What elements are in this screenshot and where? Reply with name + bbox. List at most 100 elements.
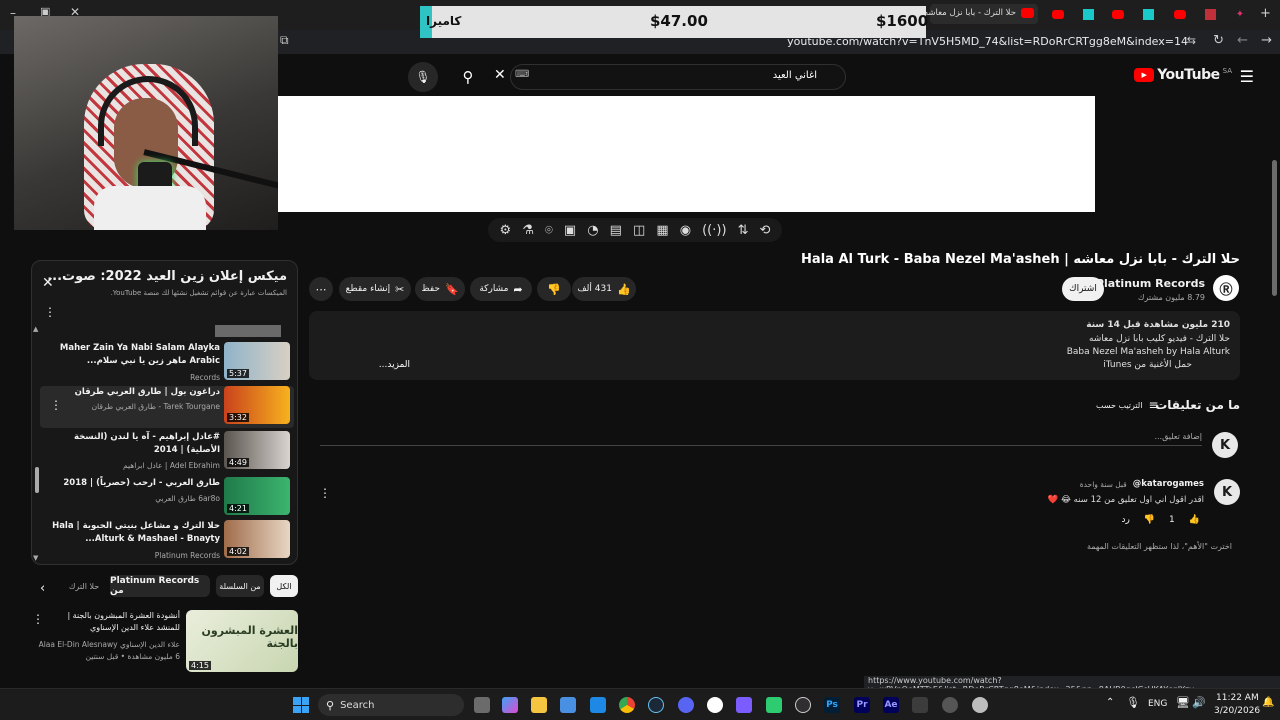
scroll-up-icon[interactable]: ▲ (33, 325, 38, 333)
language-indicator[interactable]: ENG (1148, 699, 1167, 709)
dislike-button[interactable]: 👎 (537, 277, 571, 301)
chat-app-icon[interactable] (766, 697, 782, 713)
comment-menu-icon[interactable]: ⋮ (319, 486, 331, 500)
taskbar-search[interactable]: ⚲ Search (318, 694, 464, 716)
k-logo-icon: K (1219, 437, 1231, 453)
playlist-scrollbar[interactable] (35, 467, 39, 493)
search-input[interactable]: اغاني العيد ⌨ (510, 64, 846, 90)
active-tab[interactable]: حلا الترك - بابا نزل معاشه | (918, 4, 1038, 24)
tab-webtoon-2[interactable] (1138, 5, 1158, 23)
photoshop-icon[interactable]: Ps (824, 697, 840, 713)
chip-all[interactable]: الكل (270, 575, 298, 597)
speed-icon[interactable]: ◔ (587, 223, 598, 238)
windows-start-icon[interactable] (293, 697, 309, 713)
github-icon[interactable] (707, 697, 723, 713)
chip-hala[interactable]: حلا الترك (64, 575, 104, 597)
steam-icon[interactable] (648, 697, 664, 713)
playlist-item-hovered[interactable]: 3:32 دراغون بول | طارق العربي طرقان Tare… (40, 386, 294, 428)
subscribe-button[interactable]: اشتراك (1062, 277, 1104, 301)
notification-bell-icon[interactable]: 🔔 (1262, 697, 1274, 708)
new-tab-icon[interactable]: + (1260, 6, 1271, 21)
search-button[interactable]: ⚲ (453, 62, 483, 92)
sort-icon[interactable]: ⇅ (738, 223, 749, 238)
scroll-down-icon[interactable]: ▼ (33, 554, 38, 562)
playlist-item[interactable]: 4:21 طارق العربي - ارحب (حصرياً) | 2018 … (40, 477, 294, 521)
playlist-menu-icon[interactable]: ⋮ (44, 305, 56, 319)
chip-series[interactable]: من السلسلة (216, 575, 264, 597)
file-explorer-icon[interactable] (531, 697, 547, 713)
recommended-menu-icon[interactable]: ⋮ (32, 612, 44, 626)
network-icon[interactable]: 🖥 (1176, 696, 1190, 709)
mail-icon[interactable] (590, 697, 606, 713)
pip-icon[interactable]: ▣ (564, 223, 576, 238)
comment-like-icon[interactable]: 👍 (1189, 515, 1200, 525)
comment-dislike-icon[interactable]: 👎 (1144, 515, 1155, 525)
mic-tray-icon[interactable]: 🎙 (1126, 696, 1140, 709)
forward-icon[interactable]: ← (1237, 33, 1248, 48)
obs-icon[interactable] (795, 697, 811, 713)
playlist-item[interactable]: 5:37 Maher Zain Ya Nabi Salam Alayka Ara… (40, 342, 294, 386)
clip-button[interactable]: إنشاء مقطع ✂ (339, 277, 411, 301)
video-description[interactable]: 210 مليون مشاهدة قبل 14 سنة حلا الترك - … (309, 311, 1240, 380)
reload-icon[interactable]: ↻ (1213, 33, 1224, 48)
desc-line-3: Baba Nezel Ma'asheh by Hala Alturk (1066, 347, 1230, 357)
like-button[interactable]: 431 ألف 👍 (572, 277, 636, 301)
voice-search-button[interactable]: 🎙 (408, 62, 438, 92)
widgets-icon[interactable] (502, 697, 518, 713)
task-view-icon[interactable] (474, 697, 490, 713)
settings-gear-icon[interactable] (972, 697, 988, 713)
tab-youtube-2[interactable] (1108, 5, 1128, 23)
keyboard-icon[interactable]: ⌨ (515, 69, 529, 80)
clapper-icon[interactable]: ▦ (656, 223, 668, 238)
premiere-icon[interactable]: Pr (854, 697, 870, 713)
playlist-item[interactable]: 4:49 #عادل إبراهيم - آه يا لندن (النسخة … (40, 431, 294, 475)
sort-comments-button[interactable]: الترتيب حسب ≡ (1096, 398, 1159, 412)
tab-search-icon[interactable]: ⇆ (1187, 34, 1196, 47)
share-button[interactable]: مشاركة ➦ (470, 277, 532, 301)
desc-more[interactable]: ...المزيد (379, 360, 410, 370)
comment-author[interactable]: @katarogames (1133, 479, 1204, 489)
discord-icon[interactable] (678, 697, 694, 713)
add-comment-input[interactable]: إضافة تعليق... (320, 428, 1202, 446)
chrome-icon[interactable] (619, 697, 635, 713)
chip-platinum[interactable]: Platinum Records من (110, 575, 210, 597)
cast-icon[interactable]: ⧉ (280, 33, 289, 48)
audio-icon[interactable]: ((·)) (702, 223, 726, 238)
after-effects-icon[interactable]: Ae (883, 697, 899, 713)
clear-search-icon[interactable]: ✕ (494, 67, 506, 83)
playlist-item[interactable]: 4:02 حلا الترك و مشاعل بنيتي الحبوبة | H… (40, 520, 294, 564)
reply-button[interactable]: رد (1121, 515, 1129, 525)
video-player[interactable] (277, 96, 1095, 212)
youtube-logo[interactable]: ▶ YouTube SA (1134, 67, 1232, 83)
clock-date[interactable]: 3/20/2026 (1214, 706, 1260, 716)
channel-avatar[interactable]: Ⓡ (1213, 275, 1239, 301)
store-icon[interactable] (560, 697, 576, 713)
commenter-avatar[interactable]: K (1214, 479, 1240, 505)
loop-icon[interactable]: ⟲ (760, 223, 771, 238)
gamepad-icon[interactable] (736, 697, 752, 713)
flask-icon[interactable]: ⚗ (522, 223, 534, 238)
chip-scroll-left-icon[interactable]: ‹ (40, 581, 45, 596)
tab-youtube-3[interactable] (1170, 5, 1190, 23)
tab-webtoon-1[interactable] (1078, 5, 1098, 23)
system-tray-chevron-icon[interactable]: ⌃ (1106, 697, 1114, 708)
terminal-icon[interactable] (912, 697, 928, 713)
hamburger-menu-icon[interactable]: ☰ (1240, 67, 1254, 86)
screenshot-icon[interactable]: ⌾ (545, 223, 553, 238)
item-menu-icon[interactable]: ⋮ (50, 398, 62, 412)
app-circle-icon[interactable] (942, 697, 958, 713)
clock-time[interactable]: 11:22 AM (1216, 693, 1259, 703)
save-button[interactable]: حفظ 🔖 (415, 277, 465, 301)
page-scrollbar[interactable] (1272, 160, 1277, 296)
subtitles-icon[interactable]: ▤ (610, 223, 622, 238)
tab-pink[interactable]: ✦ (1230, 5, 1250, 23)
more-actions-button[interactable]: ⋯ (309, 277, 333, 301)
tab-misc[interactable] (1200, 5, 1220, 23)
back-icon[interactable]: → (1261, 33, 1272, 48)
tab-youtube-1[interactable] (1048, 5, 1068, 23)
fit-icon[interactable]: ◫ (633, 223, 645, 238)
stats-icon[interactable]: ◉ (680, 223, 691, 238)
channel-name[interactable]: Platinum Records (1096, 277, 1205, 290)
recommended-video[interactable]: العشرة المبشرون بالجنة 4:15 ⋮ أنشودة الع… (30, 610, 300, 674)
settings-icon[interactable]: ⚙ (500, 223, 512, 238)
